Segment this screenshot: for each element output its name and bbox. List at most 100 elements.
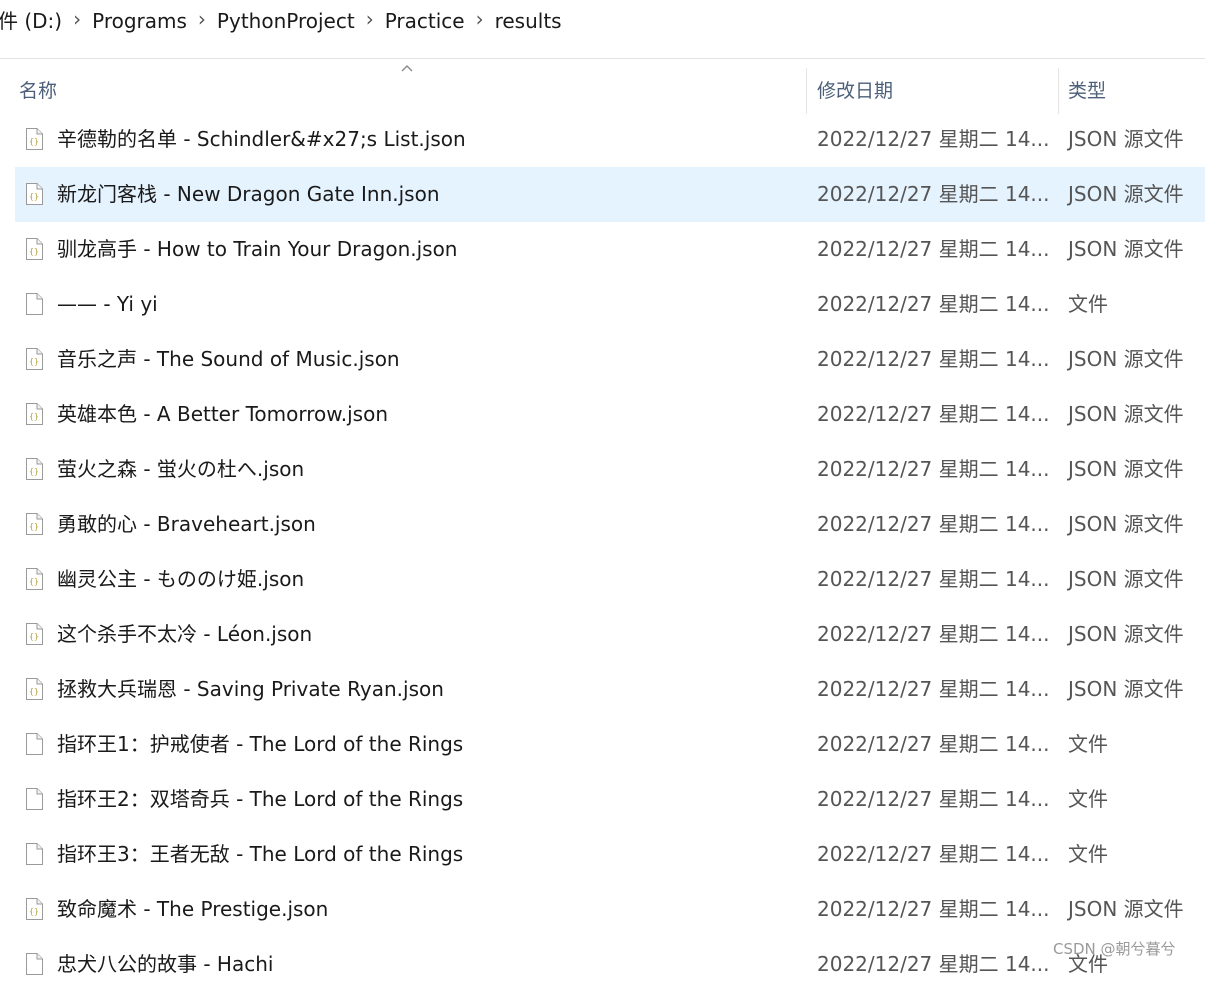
file-type: JSON 源文件	[1068, 457, 1184, 481]
json-file-icon: {}	[25, 238, 43, 260]
file-name[interactable]: 萤火之森 - 蛍火の杜へ.json	[57, 442, 304, 497]
file-name[interactable]: 勇敢的心 - Braveheart.json	[57, 497, 316, 552]
file-date: 2022/12/27 星期二 14...	[817, 457, 1049, 481]
file-name[interactable]: 致命魔术 - The Prestige.json	[57, 882, 328, 937]
chevron-right-icon[interactable]	[469, 0, 491, 42]
file-name[interactable]: —— - Yi yi	[57, 277, 158, 332]
file-type: JSON 源文件	[1068, 237, 1184, 261]
json-file-icon: {}	[25, 678, 43, 700]
file-row[interactable]: {} 英雄本色 - A Better Tomorrow.json 2022/12/2…	[0, 387, 1205, 442]
breadcrumb: 件 (D:) Programs PythonProject Practice resul…	[0, 0, 1205, 42]
file-row[interactable]: {} 驯龙高手 - How to Train Your Dragon.json 20…	[0, 222, 1205, 277]
file-row[interactable]: {} 拯救大兵瑞恩 - Saving Private Ryan.json 2022/…	[0, 662, 1205, 717]
chevron-right-icon[interactable]	[191, 0, 213, 42]
file-row[interactable]: {} 致命魔术 - The Prestige.json 2022/12/27 星期二…	[0, 882, 1205, 937]
svg-text:{}: {}	[29, 687, 39, 696]
svg-text:{}: {}	[29, 632, 39, 641]
file-row[interactable]: 忠犬八公的故事 - Hachi 2022/12/27 星期二 14... 文件	[0, 937, 1205, 992]
file-name[interactable]: 音乐之声 - The Sound of Music.json	[57, 332, 400, 387]
file-type: JSON 源文件	[1068, 182, 1184, 206]
file-icon	[25, 293, 43, 315]
file-type: JSON 源文件	[1068, 897, 1184, 921]
svg-text:{}: {}	[29, 192, 39, 201]
file-date: 2022/12/27 星期二 14...	[817, 512, 1049, 536]
file-type: JSON 源文件	[1068, 402, 1184, 426]
file-name[interactable]: 指环王3：王者无敌 - The Lord of the Rings	[57, 827, 463, 882]
file-name[interactable]: 忠犬八公的故事 - Hachi	[57, 937, 273, 992]
json-file-icon: {}	[25, 458, 43, 480]
file-date: 2022/12/27 星期二 14...	[817, 677, 1049, 701]
file-row[interactable]: {} 幽灵公主 - もののけ姫.json 2022/12/27 星期二 14... J…	[0, 552, 1205, 607]
column-resize-handle[interactable]	[1058, 68, 1059, 114]
file-icon	[25, 843, 43, 865]
svg-text:{}: {}	[29, 357, 39, 366]
file-type: JSON 源文件	[1068, 567, 1184, 591]
svg-text:{}: {}	[29, 467, 39, 476]
file-row[interactable]: 指环王3：王者无敌 - The Lord of the Rings 2022/12…	[0, 827, 1205, 882]
file-name[interactable]: 驯龙高手 - How to Train Your Dragon.json	[57, 222, 458, 277]
file-date: 2022/12/27 星期二 14...	[817, 787, 1049, 811]
file-type: JSON 源文件	[1068, 677, 1184, 701]
file-name[interactable]: 幽灵公主 - もののけ姫.json	[57, 552, 304, 607]
file-date: 2022/12/27 星期二 14...	[817, 622, 1049, 646]
file-type: 文件	[1068, 842, 1108, 866]
file-date: 2022/12/27 星期二 14...	[817, 182, 1049, 206]
file-name[interactable]: 辛德勒的名单 - Schindler&#x27;s List.json	[57, 112, 466, 167]
file-row[interactable]: {} 这个杀手不太冷 - Léon.json 2022/12/27 星期二 14..…	[0, 607, 1205, 662]
chevron-right-icon[interactable]	[359, 0, 381, 42]
sort-ascending-icon	[400, 62, 414, 76]
svg-text:{}: {}	[29, 137, 39, 146]
breadcrumb-item[interactable]: results	[491, 0, 566, 42]
file-row[interactable]: {} 音乐之声 - The Sound of Music.json 2022/12/…	[0, 332, 1205, 387]
file-date: 2022/12/27 星期二 14...	[817, 402, 1049, 426]
file-type: 文件	[1068, 292, 1108, 316]
breadcrumb-item[interactable]: PythonProject	[213, 0, 359, 42]
file-type: JSON 源文件	[1068, 127, 1184, 151]
file-name[interactable]: 指环王2：双塔奇兵 - The Lord of the Rings	[57, 772, 463, 827]
column-resize-handle[interactable]	[806, 68, 807, 114]
file-row[interactable]: 指环王2：双塔奇兵 - The Lord of the Rings 2022/12…	[0, 772, 1205, 827]
file-icon	[25, 733, 43, 755]
file-row[interactable]: {} 萤火之森 - 蛍火の杜へ.json 2022/12/27 星期二 14... J…	[0, 442, 1205, 497]
file-date: 2022/12/27 星期二 14...	[817, 237, 1049, 261]
breadcrumb-item[interactable]: 件 (D:)	[0, 0, 66, 42]
file-date: 2022/12/27 星期二 14...	[817, 842, 1049, 866]
column-header-date[interactable]: 修改日期	[817, 66, 893, 114]
file-row[interactable]: —— - Yi yi 2022/12/27 星期二 14... 文件	[0, 277, 1205, 332]
file-date: 2022/12/27 星期二 14...	[817, 292, 1049, 316]
breadcrumb-item[interactable]: Programs	[88, 0, 191, 42]
file-icon	[25, 953, 43, 975]
column-header-type[interactable]: 类型	[1068, 66, 1106, 114]
file-type: 文件	[1068, 732, 1108, 756]
file-row[interactable]: 指环王1：护戒使者 - The Lord of the Rings 2022/12…	[0, 717, 1205, 772]
chevron-right-icon[interactable]	[66, 0, 88, 42]
json-file-icon: {}	[25, 898, 43, 920]
file-name[interactable]: 这个杀手不太冷 - Léon.json	[57, 607, 312, 662]
json-file-icon: {}	[25, 623, 43, 645]
json-file-icon: {}	[25, 183, 43, 205]
column-header-bar: 名称 修改日期 类型	[0, 65, 1205, 114]
column-header-name[interactable]: 名称	[19, 66, 57, 114]
file-list: {} 辛德勒的名单 - Schindler&#x27;s List.json 202…	[0, 112, 1205, 992]
file-row[interactable]: {} 新龙门客栈 - New Dragon Gate Inn.json 2022/1…	[0, 167, 1205, 222]
file-date: 2022/12/27 星期二 14...	[817, 567, 1049, 591]
file-date: 2022/12/27 星期二 14...	[817, 347, 1049, 371]
file-name[interactable]: 新龙门客栈 - New Dragon Gate Inn.json	[57, 167, 440, 222]
address-bar-divider	[0, 58, 1205, 59]
json-file-icon: {}	[25, 128, 43, 150]
file-date: 2022/12/27 星期二 14...	[817, 897, 1049, 921]
file-icon	[25, 788, 43, 810]
svg-text:{}: {}	[29, 907, 39, 916]
file-row[interactable]: {} 辛德勒的名单 - Schindler&#x27;s List.json 202…	[0, 112, 1205, 167]
file-date: 2022/12/27 星期二 14...	[817, 952, 1049, 976]
file-type: 文件	[1068, 787, 1108, 811]
file-name[interactable]: 英雄本色 - A Better Tomorrow.json	[57, 387, 388, 442]
file-type: JSON 源文件	[1068, 512, 1184, 536]
svg-text:{}: {}	[29, 522, 39, 531]
file-name[interactable]: 指环王1：护戒使者 - The Lord of the Rings	[57, 717, 463, 772]
file-row[interactable]: {} 勇敢的心 - Braveheart.json 2022/12/27 星期二 1…	[0, 497, 1205, 552]
file-name[interactable]: 拯救大兵瑞恩 - Saving Private Ryan.json	[57, 662, 444, 717]
breadcrumb-item[interactable]: Practice	[381, 0, 469, 42]
json-file-icon: {}	[25, 403, 43, 425]
json-file-icon: {}	[25, 348, 43, 370]
